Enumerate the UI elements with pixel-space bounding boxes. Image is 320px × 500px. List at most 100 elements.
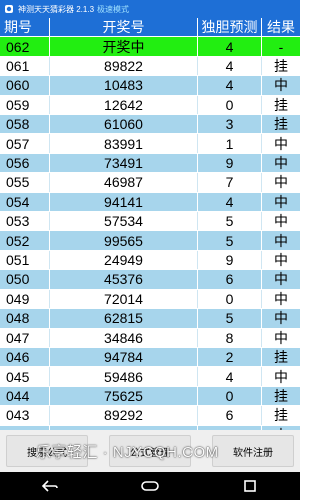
row-prediction: 5 — [198, 212, 262, 231]
app-icon — [5, 5, 13, 13]
window-title: 神测天天猜彩器 2.1.3 — [18, 4, 95, 14]
row-number: 59486 — [50, 367, 198, 386]
table-header: 期号 开奖号 独胆预测 结果 — [0, 18, 300, 38]
row-issue: 048 — [0, 309, 50, 328]
header-result: 结果 — [267, 19, 295, 36]
row-result: 中 — [274, 310, 288, 327]
row-result: 中 — [274, 213, 288, 230]
row-number: 83991 — [50, 134, 198, 153]
row-issue: 059 — [0, 95, 50, 115]
row-result: 挂 — [274, 407, 288, 424]
row-prediction: 5 — [198, 231, 262, 250]
table-row[interactable]: 053 57534 5 中 — [0, 212, 300, 232]
row-prediction: 8 — [198, 328, 262, 347]
table-row[interactable]: 050 45376 6 中 — [0, 270, 300, 290]
row-number: 45376 — [50, 270, 198, 289]
row-result: 中 — [274, 174, 288, 191]
row-number: 10483 — [50, 76, 198, 95]
table-row[interactable]: 044 75625 0 挂 — [0, 386, 300, 407]
row-result: 中 — [274, 329, 288, 346]
table-row[interactable]: 043 89292 6 挂 — [0, 406, 300, 426]
row-issue: 060 — [0, 76, 50, 95]
row-issue: 061 — [0, 56, 50, 76]
row-result: 中 — [274, 77, 288, 94]
row-result: 中 — [274, 193, 288, 210]
results-table: 期号 开奖号 独胆预测 结果 062 开奖中 4-061 89822 4 挂 060 1048… — [0, 18, 300, 430]
row-prediction: 7 — [198, 173, 262, 192]
table-row[interactable]: 048 62815 5 中 — [0, 309, 300, 329]
row-result: 挂 — [274, 116, 288, 133]
table-row[interactable]: 051 24949 9 中 — [0, 250, 300, 271]
row-result: 中 — [274, 290, 288, 307]
header-issue: 期号 — [0, 18, 50, 37]
row-number: 24949 — [50, 250, 198, 270]
row-result: 中 — [274, 232, 288, 249]
table-row[interactable]: 054 94141 4 中 — [0, 192, 300, 213]
row-prediction: 0 — [198, 386, 262, 406]
row-number: 73491 — [50, 153, 198, 173]
table-row[interactable]: 052 99565 5 中 — [0, 231, 300, 251]
row-prediction: 4 — [198, 76, 262, 95]
table-row[interactable]: 058 61060 3 挂 — [0, 115, 300, 135]
row-issue: 050 — [0, 270, 50, 289]
table-row[interactable]: 062 开奖中 4- — [0, 37, 300, 57]
table-body: 062 开奖中 4-061 89822 4 挂 060 10483 4 中 059 12642 0 挂 05… — [0, 37, 300, 430]
home-icon[interactable] — [136, 476, 164, 496]
row-result: 中 — [274, 368, 288, 385]
table-row[interactable]: 055 46987 7 中 — [0, 173, 300, 193]
row-prediction: 3 — [198, 115, 262, 134]
row-number: 75625 — [50, 386, 198, 406]
row-result: 中 — [274, 252, 288, 269]
row-prediction: 4 — [198, 37, 262, 56]
watermark: 乐享轻汇 · NJYCQH.COM — [36, 444, 219, 461]
table-row[interactable]: 061 89822 4 挂 — [0, 56, 300, 77]
row-number: 开奖中 — [50, 37, 198, 56]
row-number: 34846 — [50, 328, 198, 347]
row-issue: 049 — [0, 289, 50, 309]
row-number: 94141 — [50, 192, 198, 212]
row-prediction: 0 — [198, 95, 262, 115]
table-row[interactable]: 047 34846 8 中 — [0, 328, 300, 348]
row-prediction: 9 — [198, 250, 262, 270]
row-number: 94784 — [50, 347, 198, 367]
row-result: 挂 — [274, 349, 288, 366]
header-prediction: 独胆预测 — [198, 18, 262, 37]
software-register-button[interactable]: 软件注册 — [212, 435, 294, 467]
back-icon[interactable] — [36, 476, 64, 496]
table-row[interactable]: 057 83991 1 中 — [0, 134, 300, 154]
row-number: 89292 — [50, 406, 198, 425]
row-prediction: 6 — [198, 406, 262, 425]
table-row[interactable]: 049 72014 0 中 — [0, 289, 300, 310]
system-nav-bar — [0, 472, 300, 500]
row-issue: 058 — [0, 115, 50, 134]
table-row[interactable]: 045 59486 4 中 — [0, 367, 300, 387]
row-issue: 062 — [0, 37, 50, 56]
row-prediction: 4 — [198, 192, 262, 212]
row-result: 挂 — [274, 58, 288, 75]
row-prediction: 9 — [198, 153, 262, 173]
row-issue: 054 — [0, 192, 50, 212]
row-number: 61060 — [50, 115, 198, 134]
row-issue: 051 — [0, 250, 50, 270]
row-result: 中 — [274, 135, 288, 152]
table-row[interactable]: 059 12642 0 挂 — [0, 95, 300, 116]
row-number: 89822 — [50, 56, 198, 76]
row-prediction: 0 — [198, 289, 262, 309]
row-issue: 056 — [0, 153, 50, 173]
row-issue: 046 — [0, 347, 50, 367]
row-result: 中 — [274, 155, 288, 172]
row-number: 99565 — [50, 231, 198, 250]
row-number: 46987 — [50, 173, 198, 192]
row-issue: 047 — [0, 328, 50, 347]
recent-apps-icon[interactable] — [236, 476, 264, 496]
row-issue: 045 — [0, 367, 50, 386]
row-result: - — [278, 38, 284, 55]
row-number: 62815 — [50, 309, 198, 328]
table-row[interactable]: 046 94784 2 挂 — [0, 347, 300, 368]
row-issue: 053 — [0, 212, 50, 231]
table-row[interactable]: 056 73491 9 中 — [0, 153, 300, 174]
row-number: 12642 — [50, 95, 198, 115]
table-row[interactable]: 060 10483 4 中 — [0, 76, 300, 96]
row-prediction: 1 — [198, 134, 262, 153]
row-result: 挂 — [274, 96, 288, 113]
